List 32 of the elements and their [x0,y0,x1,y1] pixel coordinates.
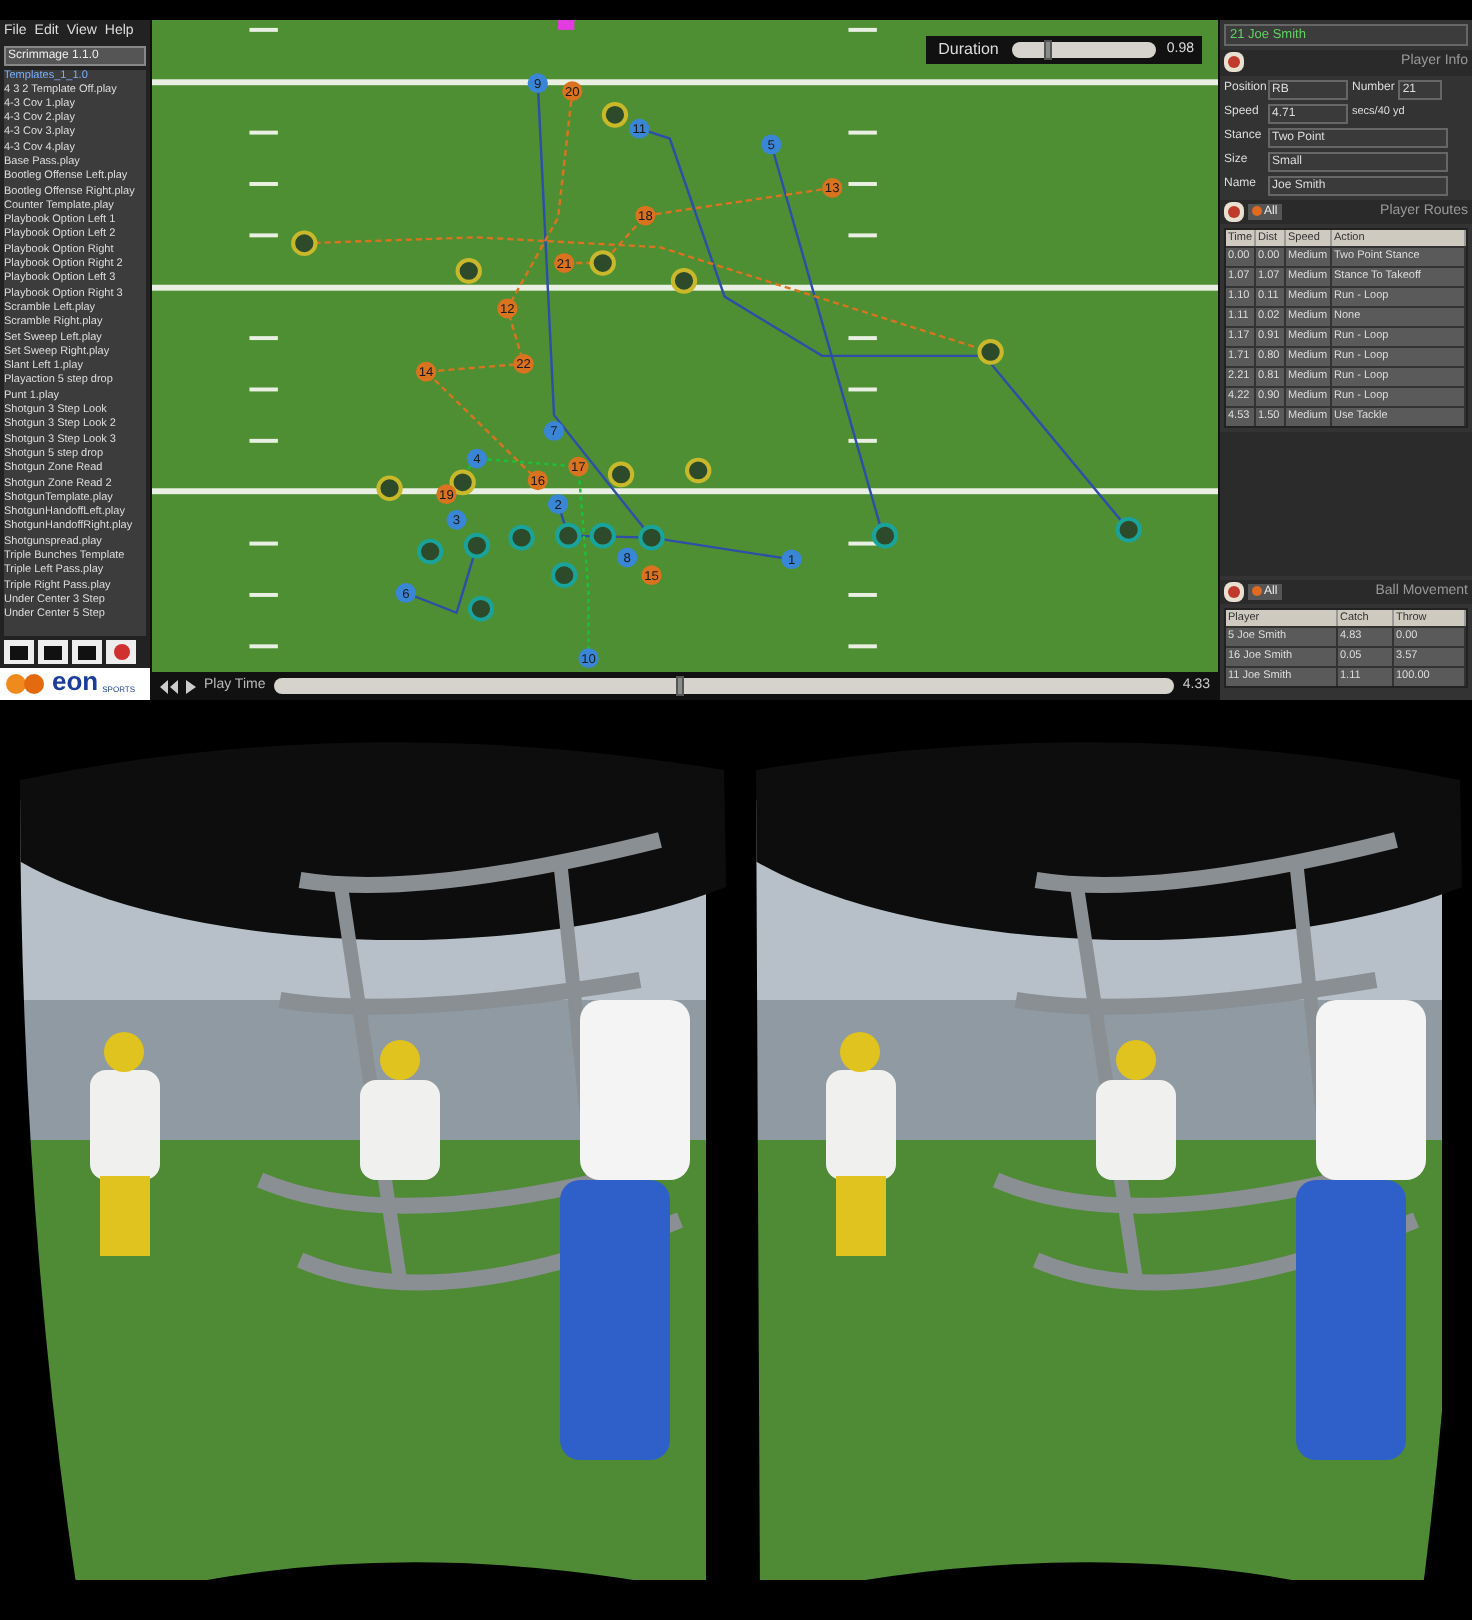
rewind-icon[interactable] [160,679,178,693]
slider[interactable] [273,678,1175,694]
player-marker[interactable] [601,101,629,128]
player-marker[interactable] [291,230,318,257]
player-marker[interactable] [589,522,616,549]
player-marker[interactable] [977,339,1004,365]
player-marker[interactable] [376,475,403,502]
player-marker[interactable] [551,562,578,589]
player-marker[interactable] [871,522,899,549]
logo-name: eon [52,668,99,696]
slider-thumb[interactable] [675,676,684,696]
play-icon[interactable] [186,679,196,693]
slider[interactable] [1012,42,1157,58]
duration-label: Duration [936,38,1001,62]
player-marker[interactable] [555,522,582,549]
player-marker[interactable] [417,538,444,565]
player-marker[interactable] [463,532,491,559]
player-marker[interactable] [589,250,616,276]
slider-thumb[interactable] [1044,40,1053,60]
player-marker[interactable] [607,461,635,488]
player-marker[interactable] [467,595,495,622]
record-tool-icon[interactable] [38,640,68,664]
record-icon[interactable] [106,640,136,664]
record-tool-icon[interactable] [72,640,102,664]
player-marker[interactable] [685,457,712,484]
player-marker[interactable] [455,258,482,284]
player-marker[interactable] [508,524,535,551]
player-marker[interactable] [638,524,665,551]
player-marker[interactable] [670,267,698,294]
player-marker[interactable] [1115,516,1142,543]
logo-icon [4,668,48,696]
record-tool-icon[interactable] [4,640,34,664]
